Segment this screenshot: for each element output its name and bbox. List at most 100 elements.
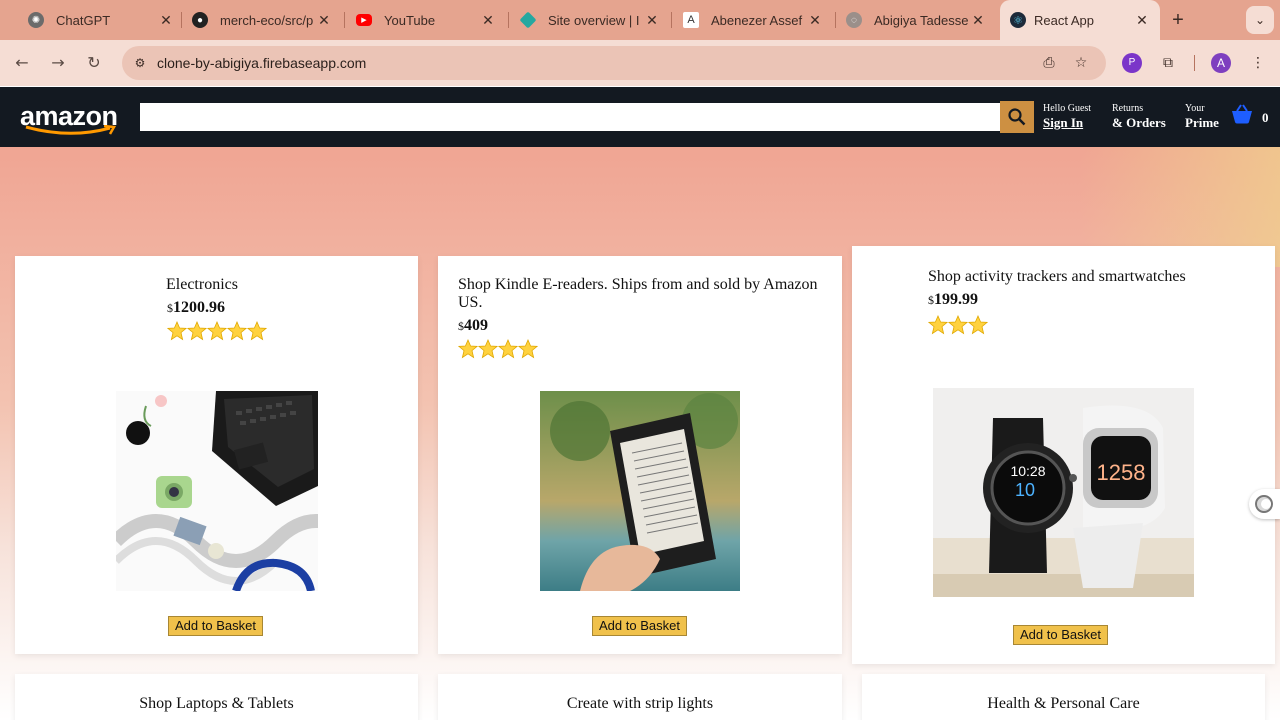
tab-title: Site overview | I [548,12,640,28]
circle-toggle-icon [1255,495,1273,513]
price-value: 1200.96 [173,299,225,316]
tab-title: ChatGPT [56,12,111,28]
star-icon [517,338,539,364]
product-title: Create with strip lights [566,695,714,712]
browser-toolbar: ← → ↻ ⚙ clone-by-abigiya.firebaseapp.com… [0,40,1280,86]
back-icon[interactable]: ← [10,51,34,75]
returns-orders-link[interactable]: Returns & Orders [1112,103,1166,131]
close-icon[interactable]: ✕ [644,12,660,28]
product-title: Shop activity trackers and smartwatches [928,268,1186,285]
price-value: 199.99 [934,291,978,308]
tab-chatgpt[interactable]: ✺ ChatGPT ✕ [28,0,174,40]
close-icon[interactable]: ✕ [480,12,496,28]
close-icon[interactable]: ✕ [316,12,332,28]
star-icon [186,320,208,346]
star-icon [477,338,499,364]
star-icon [947,314,969,340]
product-title: Health & Personal Care [987,695,1140,712]
star-icon [206,320,228,346]
tab-netlify[interactable]: Site overview | I ✕ [519,0,660,40]
account-signin-label: Sign In [1043,115,1084,130]
extensions-puzzle-icon[interactable]: ⧉ [1157,52,1179,74]
price-value: 409 [464,317,488,334]
browser-tabstrip: ✺ ChatGPT ✕ ● merch-eco/src/p ✕ ▶ YouTub… [0,0,1280,40]
star-icon [246,320,268,346]
orders-label: & Orders [1112,115,1166,130]
product-card-health: Health & Personal Care [862,674,1265,720]
svg-text:10: 10 [1015,480,1035,500]
extension-icon[interactable]: P [1122,53,1142,73]
tab-abigiya[interactable]: ◌ Abigiya Tadesse ✕ [846,0,986,40]
reload-icon[interactable]: ↻ [82,51,106,75]
product-card-kindle: Shop Kindle E-readers. Ships from and so… [438,256,842,654]
site-settings-icon[interactable]: ⚙ [132,55,148,71]
tab-react-app[interactable]: ⚛ React App ✕ [1000,0,1160,40]
youtube-icon: ▶ [356,14,372,26]
star-icon [166,320,188,346]
amazon-logo[interactable]: amazon [20,99,120,135]
netlify-icon [519,11,537,29]
add-to-basket-button[interactable]: Add to Basket [592,616,687,636]
product-image-electronics [116,391,318,591]
floating-side-handle[interactable] [1249,489,1280,519]
product-rating [927,314,989,340]
product-card-strip-lights: Create with strip lights [438,674,842,720]
url-text: clone-by-abigiya.firebaseapp.com [157,55,367,71]
close-icon[interactable]: ✕ [158,12,174,28]
product-rating [166,320,268,346]
tab-search-button[interactable]: ⌄ [1246,6,1274,34]
site-header: amazon Hello Guest Sign In Returns & Ord… [0,87,1280,147]
close-icon[interactable]: ✕ [1134,12,1150,28]
search-input[interactable] [140,103,1000,131]
svg-text:10:28: 10:28 [1010,463,1045,479]
react-icon: ⚛ [1010,12,1026,28]
github-icon: ● [192,12,208,28]
account-signin-link[interactable]: Hello Guest Sign In [1043,103,1091,131]
search-icon [1008,108,1026,126]
menu-kebab-icon[interactable]: ⋮ [1247,52,1269,74]
bookmark-star-icon[interactable]: ☆ [1072,54,1090,72]
prime-line2: Prime [1185,115,1219,130]
tab-title: Abigiya Tadesse [874,12,969,28]
tab-title: merch-eco/src/p [220,12,314,28]
tab-title: React App [1034,12,1094,28]
chatgpt-icon: ✺ [28,12,44,28]
close-icon[interactable]: ✕ [807,12,823,28]
product-rating [457,338,539,364]
star-icon [226,320,248,346]
prime-line1: Your [1185,103,1205,114]
tab-youtube[interactable]: ▶ YouTube ✕ [356,0,496,40]
prime-link[interactable]: Your Prime [1185,103,1219,131]
product-image-kindle [540,391,740,591]
install-app-icon[interactable]: ⎙ [1040,54,1058,72]
product-card-smartwatches: Shop activity trackers and smartwatches … [852,246,1275,664]
star-icon [497,338,519,364]
add-to-basket-button[interactable]: Add to Basket [1013,625,1108,645]
star-icon [967,314,989,340]
tab-github[interactable]: ● merch-eco/src/p ✕ [192,0,332,40]
star-icon [457,338,479,364]
new-tab-button[interactable]: + [1168,10,1188,30]
doc-icon: A [683,12,699,28]
product-price: $199.99 [928,291,978,309]
add-to-basket-button[interactable]: Add to Basket [168,616,263,636]
smile-arrow-icon [25,125,117,135]
close-icon[interactable]: ✕ [970,12,986,28]
tab-title: YouTube [384,12,436,28]
tab-abenezer[interactable]: A Abenezer Assef ✕ [683,0,823,40]
returns-label: Returns [1112,103,1144,114]
forward-icon[interactable]: → [46,51,70,75]
product-title: Electronics [166,276,238,293]
basket-button[interactable] [1230,103,1254,130]
globe-icon: ◌ [846,12,862,28]
product-title: Shop Laptops & Tablets [139,695,294,712]
search-button[interactable] [1000,101,1034,133]
product-card-laptops: Shop Laptops & Tablets [15,674,418,720]
product-price: $409 [458,317,488,335]
account-greeting: Hello Guest [1043,103,1092,114]
address-bar[interactable]: ⚙ clone-by-abigiya.firebaseapp.com ⎙ ☆ [122,46,1106,80]
product-title: Shop Kindle E-readers. Ships from and so… [458,276,818,311]
tab-title: Abenezer Assef [711,12,803,28]
profile-avatar[interactable]: A [1211,53,1231,73]
basket-count: 0 [1262,110,1269,125]
